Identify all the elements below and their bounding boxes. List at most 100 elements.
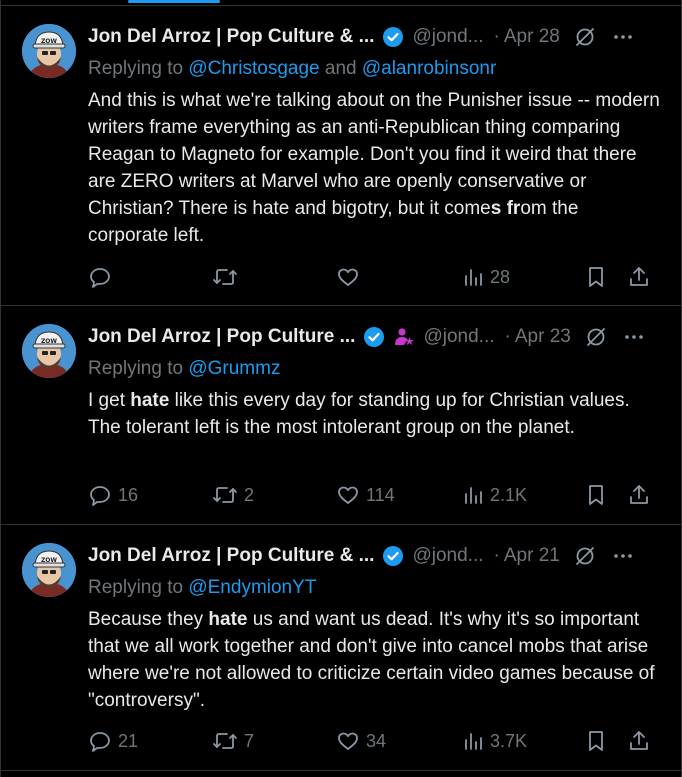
- reply-button[interactable]: 21: [88, 726, 138, 756]
- tweet-header: Jon Del Arroz | Pop Culture & ... @jond.…: [88, 543, 664, 569]
- mention-link[interactable]: @EndymionYT: [188, 577, 316, 598]
- tweet-date[interactable]: Apr 21: [504, 545, 560, 567]
- mention-link[interactable]: @Grummz: [188, 358, 280, 379]
- bookmark-icon: [589, 267, 603, 287]
- tweet-date[interactable]: Apr 23: [515, 326, 571, 348]
- like-count: 34: [366, 730, 387, 751]
- share-icon: [630, 267, 648, 286]
- views-count: 2.1K: [490, 484, 528, 505]
- reply-count: 16: [118, 484, 139, 505]
- share-icon: [630, 485, 648, 504]
- tweet-text: Because they hate us and want us dead. I…: [88, 606, 663, 714]
- action-bar: 28: [0, 262, 682, 292]
- views-icon: [465, 269, 482, 286]
- action-bar: 21 7 34 3.7K: [0, 726, 682, 756]
- bookmark-icon: [589, 485, 603, 505]
- replying-prefix: Replying to: [88, 358, 189, 379]
- tweet-header: Jon Del Arroz | Pop Culture ... @jond...…: [88, 324, 664, 350]
- more-icon[interactable]: [612, 545, 634, 567]
- reply-button[interactable]: [88, 262, 118, 292]
- replying-to: Replying to @Grummz: [88, 358, 280, 380]
- tweet-text: And this is what we're talking about on …: [88, 87, 663, 249]
- like-count: 114: [366, 484, 395, 505]
- tweet-text: I get hate like this every day for stand…: [88, 387, 663, 441]
- repost-button[interactable]: [212, 262, 244, 292]
- repost-count: 7: [244, 730, 255, 751]
- tweet-text-highlight: hate: [208, 609, 248, 630]
- avatar[interactable]: ZOW: [22, 543, 76, 597]
- author-handle[interactable]: @jond...: [412, 545, 483, 567]
- verified-badge-icon: [382, 26, 404, 48]
- separator-dot: ·: [493, 545, 500, 566]
- bookmark-button[interactable]: [585, 262, 607, 292]
- repost-count: 2: [244, 484, 255, 505]
- mention-link[interactable]: @alanrobinsonr: [362, 58, 496, 79]
- tweet-text-highlight: hate: [130, 390, 170, 411]
- replying-to: Replying to @EndymionYT: [88, 577, 316, 599]
- avatar[interactable]: ZOW: [22, 324, 76, 378]
- like-icon: [338, 486, 358, 504]
- like-button[interactable]: 34: [336, 726, 386, 756]
- active-tab-indicator: [128, 0, 220, 3]
- views-icon: [465, 487, 482, 504]
- share-button[interactable]: [628, 480, 650, 510]
- more-icon[interactable]: [612, 26, 634, 48]
- author-name[interactable]: Jon Del Arroz | Pop Culture & ...: [88, 545, 374, 567]
- reply-icon: [90, 486, 110, 506]
- affiliate-badge-icon[interactable]: [393, 326, 415, 348]
- tweet-2[interactable]: ZOW Jon Del Arroz | Pop Culture ... @jon…: [0, 306, 682, 525]
- views-button[interactable]: 3.7K: [462, 726, 527, 756]
- more-icon[interactable]: [623, 326, 645, 348]
- share-icon: [630, 731, 648, 750]
- like-button[interactable]: 114: [336, 480, 395, 510]
- like-icon: [338, 268, 358, 286]
- action-bar: 16 2 114 2.1K: [0, 480, 682, 510]
- repost-icon: [213, 487, 237, 503]
- bookmark-button[interactable]: [585, 726, 607, 756]
- views-icon: [465, 733, 482, 750]
- like-icon: [338, 732, 358, 750]
- replying-prefix: Replying to: [88, 577, 189, 598]
- mention-link[interactable]: @Christosgage: [188, 58, 319, 79]
- separator-dot: ·: [493, 26, 500, 47]
- separator-dot: ·: [504, 326, 511, 347]
- reply-button[interactable]: 16: [88, 480, 138, 510]
- repost-button[interactable]: 7: [212, 726, 254, 756]
- reply-count: 21: [118, 730, 139, 751]
- tweet-3[interactable]: ZOW Jon Del Arroz | Pop Culture & ... @j…: [0, 525, 682, 771]
- author-name[interactable]: Jon Del Arroz | Pop Culture & ...: [88, 26, 374, 48]
- tweet-text-highlight: s fr: [490, 198, 521, 219]
- tweet-text-part: I get: [88, 390, 131, 411]
- reply-icon: [90, 732, 110, 752]
- avatar[interactable]: ZOW: [22, 24, 76, 78]
- views-count: 3.7K: [490, 730, 528, 751]
- views-button[interactable]: 28: [462, 262, 510, 292]
- tweet-date[interactable]: Apr 28: [504, 26, 560, 48]
- repost-icon: [213, 733, 237, 749]
- bookmark-icon: [589, 731, 603, 751]
- tweet-text-part: like this every day for standing up for …: [88, 390, 630, 438]
- svg-text:ZOW: ZOW: [41, 38, 57, 45]
- verified-badge-icon: [382, 545, 404, 567]
- author-handle[interactable]: @jond...: [412, 26, 483, 48]
- author-name[interactable]: Jon Del Arroz | Pop Culture ...: [88, 326, 355, 348]
- replying-prefix: Replying to: [88, 58, 189, 79]
- like-button[interactable]: [336, 262, 366, 292]
- verified-badge-icon: [363, 326, 385, 348]
- tweet-header: Jon Del Arroz | Pop Culture & ... @jond.…: [88, 24, 664, 50]
- tweet-text-part: Because they: [88, 609, 209, 630]
- grok-icon[interactable]: [574, 26, 596, 48]
- grok-icon[interactable]: [585, 326, 607, 348]
- replying-to: Replying to @Christosgage and @alanrobin…: [88, 58, 496, 80]
- repost-button[interactable]: 2: [212, 480, 254, 510]
- author-handle[interactable]: @jond...: [423, 326, 494, 348]
- grok-icon[interactable]: [574, 545, 596, 567]
- svg-text:ZOW: ZOW: [41, 338, 57, 345]
- share-button[interactable]: [628, 726, 650, 756]
- svg-text:ZOW: ZOW: [41, 557, 57, 564]
- share-button[interactable]: [628, 262, 650, 292]
- views-button[interactable]: 2.1K: [462, 480, 527, 510]
- bookmark-button[interactable]: [585, 480, 607, 510]
- views-count: 28: [490, 266, 511, 287]
- tweet-1[interactable]: ZOW Jon Del Arroz | Pop Culture & ... @j…: [0, 6, 682, 306]
